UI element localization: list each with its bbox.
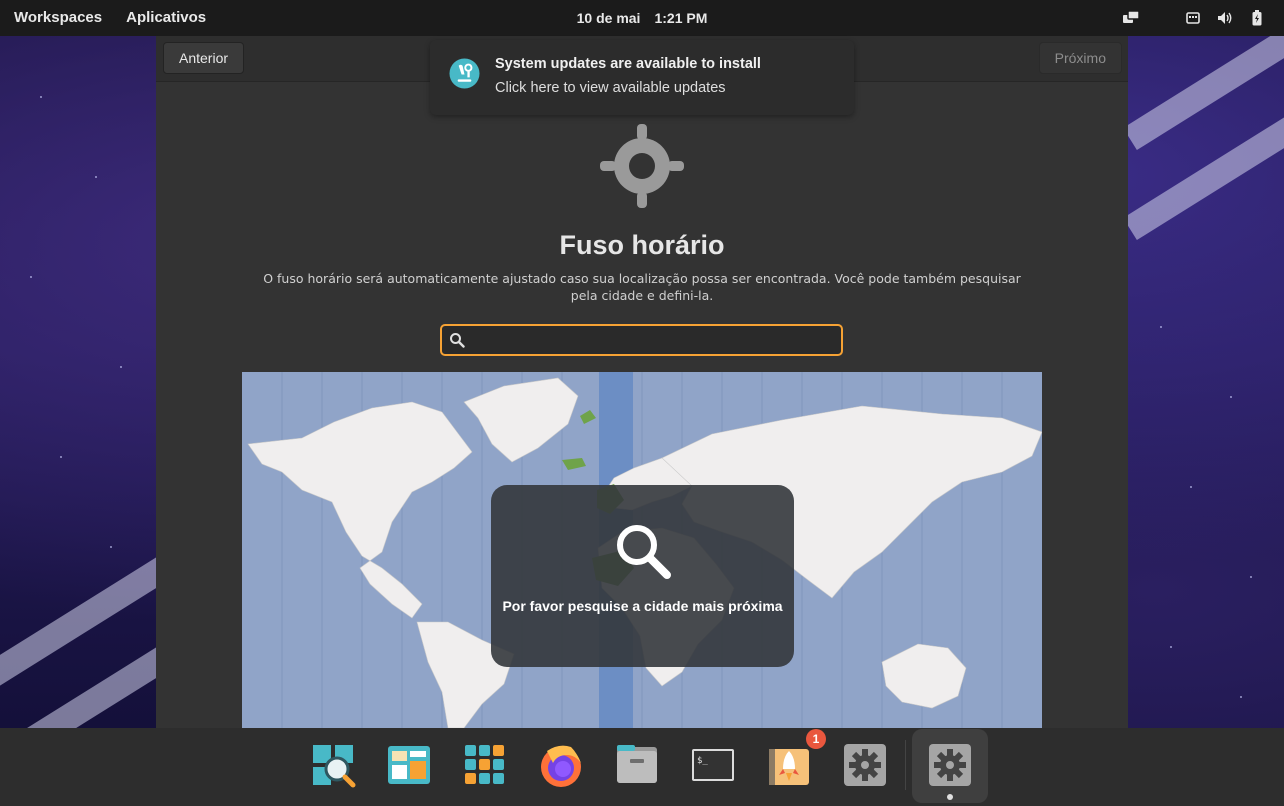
workspaces-icon (388, 746, 430, 784)
running-indicator (947, 794, 953, 800)
battery-icon[interactable] (1248, 9, 1266, 27)
city-search-input[interactable] (472, 326, 832, 354)
app-grid-icon (465, 745, 504, 784)
location-crosshair-icon (600, 124, 684, 208)
files-icon (617, 745, 657, 783)
dock-item-firefox[interactable] (537, 741, 585, 789)
settings-icon (844, 744, 886, 786)
pop-os-icon (449, 58, 480, 89)
search-hint-text: Por favor pesquise a cidade mais próxima (502, 598, 783, 614)
system-monitor-search-icon (313, 745, 356, 788)
dock-item-launcher[interactable] (309, 741, 357, 789)
dock-item-pop-shop[interactable] (765, 741, 813, 789)
settings-running-icon (929, 744, 971, 786)
dock-item-files[interactable] (613, 741, 661, 789)
date-time-indicator[interactable]: 10 de mai 1:21 PM (577, 0, 708, 36)
workspaces-button[interactable]: Workspaces (0, 0, 114, 36)
applications-button[interactable]: Aplicativos (114, 0, 218, 36)
time-label: 1:21 PM (654, 10, 708, 26)
dock-item-terminal[interactable]: $_ (689, 741, 737, 789)
update-notification[interactable]: System updates are available to install … (430, 40, 854, 115)
date-label: 10 de mai (576, 10, 641, 26)
dock-item-app-library[interactable] (461, 741, 509, 789)
city-search-field[interactable] (440, 324, 843, 356)
dock-separator (905, 740, 906, 790)
notification-title: System updates are available to install (495, 56, 761, 72)
top-panel: Workspaces Aplicativos 10 de mai 1:21 PM (0, 0, 1284, 36)
terminal-icon: $_ (692, 749, 734, 781)
dock-item-installer[interactable] (926, 741, 974, 789)
dock-item-settings[interactable] (841, 741, 889, 789)
volume-icon[interactable] (1216, 9, 1234, 27)
page-title: Fuso horário (559, 230, 725, 260)
search-hint-overlay: Por favor pesquise a cidade mais próxima (491, 485, 794, 667)
display-icon[interactable] (1122, 9, 1140, 27)
firefox-icon (541, 745, 581, 787)
dock-item-workspaces[interactable] (385, 741, 433, 789)
next-button[interactable]: Próximo (1038, 42, 1122, 74)
magnifier-icon (617, 525, 671, 579)
updates-badge: 1 (806, 729, 826, 749)
dock: $_ 1 (0, 728, 1284, 806)
pop-shop-icon (769, 749, 809, 785)
timezone-window: Anterior Próximo Fuso horário O fuso hor… (156, 36, 1128, 728)
keyboard-icon[interactable] (1184, 9, 1202, 27)
notification-body: Click here to view available updates (495, 80, 726, 96)
previous-button[interactable]: Anterior (163, 42, 245, 74)
search-icon (450, 333, 465, 348)
svg-text:$_: $_ (697, 756, 708, 766)
page-description: O fuso horário será automaticamente ajus… (263, 271, 1021, 303)
system-tray (1122, 0, 1266, 36)
